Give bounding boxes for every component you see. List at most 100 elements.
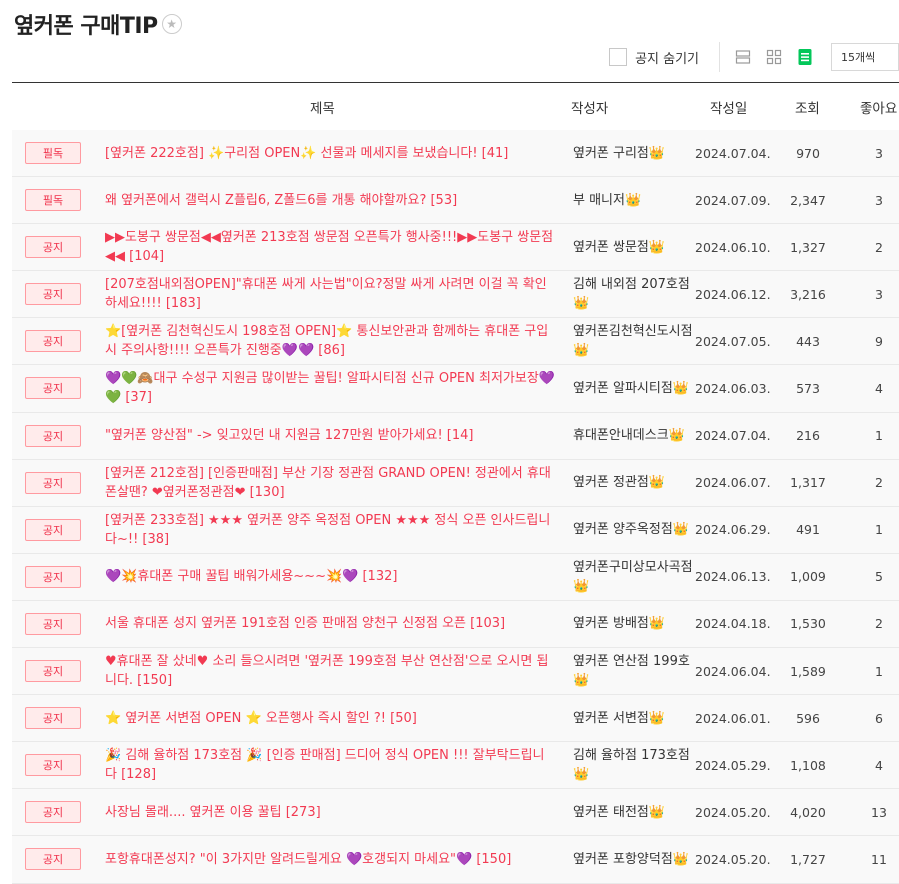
author-name[interactable]: 옆커폰 서변점👑: [573, 695, 693, 741]
author-name[interactable]: 옆커폰김천혁신도시점👑: [573, 318, 693, 364]
notice-badge[interactable]: 공지: [25, 612, 81, 635]
view-count: 443: [796, 333, 820, 349]
author-name[interactable]: 옆커폰 구리점👑: [573, 130, 693, 176]
author-name[interactable]: 옆커폰구미상모사곡점👑: [573, 554, 693, 600]
view-count: 491: [796, 522, 820, 538]
table-row: 공지 포항휴대폰성지? "이 3가지만 알려드릴게요 💜호갱되지 마세요"💜 [1…: [12, 836, 899, 884]
author-name-text: 옆커폰 서변점👑: [573, 710, 666, 726]
post-title-text: [옆커폰 212호점] [인증판매점] 부산 기장 정관점 GRAND OPEN…: [105, 465, 551, 500]
page-title: 옆커폰 구매TIP: [14, 14, 158, 39]
author-name-text: 옆커폰 쌍문점👑: [573, 239, 666, 255]
like-count: 11: [871, 851, 887, 867]
like-count: 1: [875, 522, 883, 538]
author-name[interactable]: 옆커폰 태전점👑: [573, 789, 693, 835]
author-name-text: 옆커폰 태전점👑: [573, 804, 666, 820]
author-name-text: 옆커폰 방배점👑: [573, 616, 666, 632]
post-title-text: [옆커폰 222호점] ✨구리점 OPEN✨ 선물과 메세지를 보냈습니다! […: [105, 145, 509, 161]
author-name[interactable]: 옆커폰 쌍문점👑: [573, 224, 693, 270]
post-title-link[interactable]: 포항휴대폰성지? "이 3가지만 알려드릴게요 💜호갱되지 마세요"💜 [150…: [105, 836, 555, 882]
hide-notice-checkbox[interactable]: [609, 48, 628, 66]
view-count: 1,589: [790, 663, 826, 679]
author-name[interactable]: 휴대폰안내데스크👑: [573, 413, 693, 459]
post-title-link[interactable]: [옆커폰 222호점] ✨구리점 OPEN✨ 선물과 메세지를 보냈습니다! […: [105, 130, 555, 176]
view-count: 1,317: [790, 475, 826, 491]
notice-badge[interactable]: 공지: [25, 707, 81, 730]
table-row: 공지 "옆커폰 양산점" -> 잊고있던 내 지원금 127만원 받아가세요! […: [12, 412, 899, 460]
post-title-link[interactable]: 사장님 몰래.... 옆커폰 이용 꿀팁 [273]: [105, 789, 555, 835]
post-title-text: ⭐ 옆커폰 서변점 OPEN ⭐ 오픈행사 즉시 할인 ?! [50]: [105, 710, 417, 726]
notice-badge[interactable]: 공지: [25, 754, 81, 777]
hide-notice-toggle[interactable]: 공지 숨기기: [609, 48, 699, 67]
post-title-link[interactable]: 💜💥휴대폰 구매 꿀팁 배워가세용~~~💥💜 [132]: [105, 554, 555, 600]
like-count: 2: [875, 616, 883, 632]
like-count: 3: [875, 192, 883, 208]
title-row: 옆커폰 구매TIP ★: [14, 8, 182, 40]
post-date: 2024.04.18.: [695, 616, 771, 632]
post-title-text: 서울 휴대폰 성지 옆커폰 191호점 인증 판매점 양천구 신정점 오픈 [1…: [105, 616, 506, 632]
post-date: 2024.07.04.: [695, 428, 771, 444]
text-list-view-icon[interactable]: [796, 48, 814, 66]
view-count: 1,108: [790, 757, 826, 773]
post-title-link[interactable]: [옆커폰 212호점] [인증판매점] 부산 기장 정관점 GRAND OPEN…: [105, 460, 555, 506]
list-view-icon[interactable]: [734, 48, 752, 66]
notice-badge[interactable]: 공지: [25, 660, 81, 683]
notice-badge[interactable]: 공지: [25, 801, 81, 824]
notice-badge[interactable]: 공지: [25, 518, 81, 541]
author-name[interactable]: 옆커폰 포항양덕점👑: [573, 836, 693, 882]
post-title-text: ♥휴대폰 잘 샀네♥ 소리 들으시려면 '옆커폰 199호점 부산 연산점'으로…: [105, 654, 549, 689]
author-name[interactable]: 옆커폰 연산점 199호👑: [573, 648, 693, 694]
author-name[interactable]: 옆커폰 양주옥정점👑: [573, 507, 693, 553]
post-title-link[interactable]: 왜 옆커폰에서 갤럭시 Z플립6, Z폴드6를 개통 해야할까요? [53]: [105, 177, 555, 223]
notice-badge[interactable]: 공지: [25, 377, 81, 400]
table-row: 공지 💜💚🙈대구 수성구 지원금 많이받는 꿀팁! 알파시티점 신규 OPEN 최…: [12, 365, 899, 413]
post-title-link[interactable]: ♥휴대폰 잘 샀네♥ 소리 들으시려면 '옆커폰 199호점 부산 연산점'으로…: [105, 648, 555, 694]
author-name[interactable]: 김해 내외점 207호점👑: [573, 271, 693, 317]
view-count: 3,216: [790, 286, 826, 302]
notice-list: 필독 [옆커폰 222호점] ✨구리점 OPEN✨ 선물과 메세지를 보냈습니다!…: [12, 130, 899, 884]
author-name[interactable]: 옆커폰 정관점👑: [573, 460, 693, 506]
notice-badge[interactable]: 공지: [25, 283, 81, 306]
author-name[interactable]: 옆커폰 알파시티점👑: [573, 365, 693, 411]
post-title-text: 💜💥휴대폰 구매 꿀팁 배워가세용~~~💥💜 [132]: [105, 569, 398, 585]
author-name[interactable]: 옆커폰 방배점👑: [573, 601, 693, 647]
view-count: 1,727: [790, 851, 826, 867]
view-count: 1,009: [790, 569, 826, 585]
post-title-link[interactable]: ⭐[옆커폰 김천혁신도시 198호점 OPEN]⭐ 통신보안관과 함께하는 휴대…: [105, 318, 555, 364]
per-page-select[interactable]: 15개씩: [831, 43, 899, 71]
like-count: 5: [875, 569, 883, 585]
post-title-link[interactable]: [207호점내외점OPEN]"휴대폰 싸게 사는법"이요?정말 싸게 사려면 이…: [105, 271, 555, 317]
post-title-link[interactable]: [옆커폰 233호점] ★★★ 옆커폰 양주 옥정점 OPEN ★★★ 정식 오…: [105, 507, 555, 553]
post-date: 2024.07.09.: [695, 192, 771, 208]
post-title-link[interactable]: ▶▶도봉구 쌍문점◀◀옆커폰 213호점 쌍문점 오픈특가 행사중!!!▶▶도봉…: [105, 224, 555, 270]
author-name-text: 옆커폰 정관점👑: [573, 475, 666, 491]
author-name-text: 옆커폰 연산점 199호👑: [573, 654, 690, 689]
favorite-star-icon[interactable]: ★: [161, 14, 182, 34]
notice-badge[interactable]: 필독: [25, 142, 81, 164]
post-title-link[interactable]: ⭐ 옆커폰 서변점 OPEN ⭐ 오픈행사 즉시 할인 ?! [50]: [105, 695, 555, 741]
toolbar-divider: [719, 42, 720, 72]
author-name-text: 부 매니저👑: [573, 192, 642, 208]
like-count: 4: [875, 757, 883, 773]
notice-badge[interactable]: 공지: [25, 236, 81, 259]
view-count: 1,530: [790, 616, 826, 632]
post-title-link[interactable]: 🎉 김해 율하점 173호점 🎉 [인증 판매점] 드디어 정식 OPEN !!…: [105, 742, 555, 788]
author-name[interactable]: 김해 율하점 173호점👑: [573, 742, 693, 788]
post-title-link[interactable]: "옆커폰 양산점" -> 잊고있던 내 지원금 127만원 받아가세요! [14…: [105, 413, 555, 459]
grid-view-icon[interactable]: [765, 48, 783, 66]
table-row: 필독 [옆커폰 222호점] ✨구리점 OPEN✨ 선물과 메세지를 보냈습니다!…: [12, 130, 899, 178]
notice-badge[interactable]: 필독: [25, 189, 81, 212]
table-row: 공지 [207호점내외점OPEN]"휴대폰 싸게 사는법"이요?정말 싸게 사려면…: [12, 271, 899, 319]
post-date: 2024.05.20.: [695, 804, 771, 820]
post-title-link[interactable]: 서울 휴대폰 성지 옆커폰 191호점 인증 판매점 양천구 신정점 오픈 [1…: [105, 601, 555, 647]
notice-badge[interactable]: 공지: [25, 424, 81, 447]
notice-badge[interactable]: 공지: [25, 848, 81, 871]
table-row: 필독 왜 옆커폰에서 갤럭시 Z플립6, Z폴드6를 개통 해야할까요? [53]…: [12, 177, 899, 225]
author-name-text: 옆커폰 포항양덕점👑: [573, 851, 689, 867]
post-title-link[interactable]: 💜💚🙈대구 수성구 지원금 많이받는 꿀팁! 알파시티점 신규 OPEN 최저가…: [105, 365, 555, 411]
author-name-text: 옆커폰 양주옥정점👑: [573, 522, 689, 538]
notice-badge[interactable]: 공지: [25, 471, 81, 494]
post-date: 2024.06.29.: [695, 522, 771, 538]
author-name[interactable]: 부 매니저👑: [573, 177, 693, 223]
notice-badge[interactable]: 공지: [25, 565, 81, 588]
notice-badge[interactable]: 공지: [25, 330, 81, 353]
